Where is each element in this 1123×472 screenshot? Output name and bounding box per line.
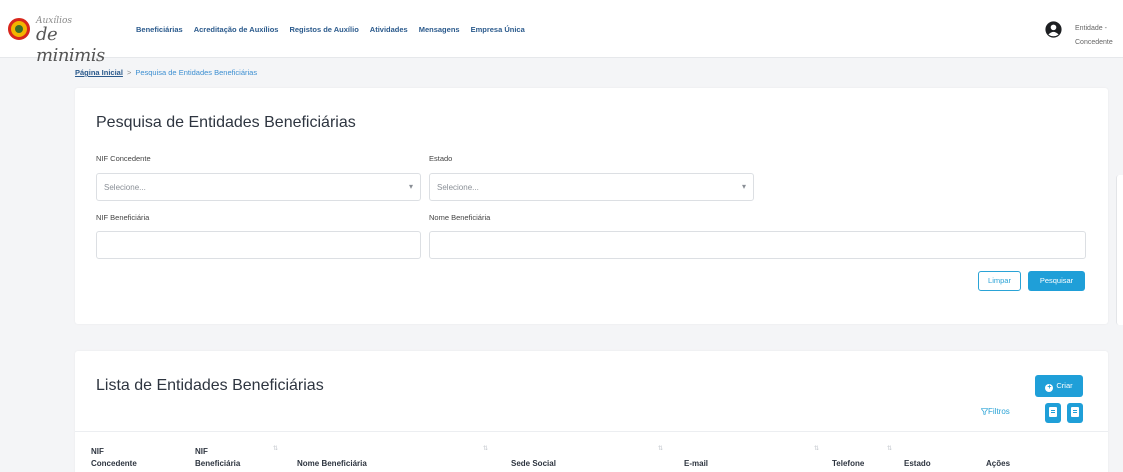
- user-role[interactable]: Entidade - Concedente: [1075, 22, 1123, 50]
- user-circle-icon[interactable]: [1045, 21, 1062, 38]
- estado-label: Estado: [429, 154, 453, 163]
- chevron-down-icon: ▾: [741, 182, 746, 191]
- sort-icon[interactable]: ⇅: [887, 445, 892, 452]
- sort-icon[interactable]: ⇅: [658, 445, 663, 452]
- list-title: Lista de Entidades Beneficiárias: [96, 377, 324, 394]
- column-nif-concedente[interactable]: NIF Concedente: [91, 446, 141, 470]
- breadcrumb-separator: >: [126, 68, 132, 77]
- logo-title: de minimis: [36, 24, 105, 66]
- create-button-label: Criar: [1056, 381, 1073, 390]
- document-icon: [1049, 407, 1057, 417]
- nav-acreditacao[interactable]: Acreditação de Auxílios: [194, 25, 279, 34]
- logo-emblem: [8, 18, 30, 40]
- column-telefone[interactable]: Telefone: [832, 458, 864, 470]
- nome-beneficiaria-input[interactable]: [429, 231, 1086, 259]
- column-email[interactable]: E-mail: [684, 458, 708, 470]
- filters-label: Filtros: [988, 407, 1010, 416]
- export-pdf-button[interactable]: [1045, 403, 1061, 423]
- nav-empresa-unica[interactable]: Empresa Única: [471, 25, 525, 34]
- create-button[interactable]: + Criar: [1035, 375, 1083, 397]
- nif-beneficiaria-label: NIF Beneficiária: [96, 213, 150, 222]
- sort-icon[interactable]: ⇅: [273, 445, 278, 452]
- breadcrumb: Página Inicial > Pesquisa de Entidades Ben…: [75, 68, 257, 77]
- column-acoes: Ações: [986, 459, 1011, 468]
- export-excel-button[interactable]: [1067, 403, 1083, 423]
- breadcrumb-current: Pesquisa de Entidades Beneficiárias: [135, 68, 258, 77]
- user-role-name: Concedente: [1075, 39, 1113, 46]
- nav-beneficiarias[interactable]: Beneficiárias: [136, 25, 183, 34]
- search-title: Pesquisa de Entidades Beneficiárias: [96, 114, 356, 131]
- sort-icon[interactable]: ⇅: [814, 445, 819, 452]
- nav-atividades[interactable]: Atividades: [370, 25, 408, 34]
- search-card: Pesquisa de Entidades Beneficiárias NIF …: [75, 88, 1108, 324]
- document-icon: [1071, 407, 1079, 417]
- clear-button[interactable]: Limpar: [978, 271, 1021, 291]
- estado-placeholder: Selecione...: [437, 183, 479, 192]
- user-entity: Entidade -: [1075, 25, 1107, 32]
- app-logo[interactable]: Auxílios de minimis: [8, 16, 118, 66]
- nif-concedente-select[interactable]: Selecione... ▾: [96, 173, 421, 201]
- nif-concedente-label: NIF Concedente: [96, 154, 151, 163]
- column-nome-beneficiaria[interactable]: Nome Beneficiária: [297, 458, 367, 470]
- sort-icon[interactable]: ⇅: [483, 445, 488, 452]
- main-nav: Beneficiárias Acreditação de Auxílios Re…: [136, 25, 525, 34]
- nome-beneficiaria-label: Nome Beneficiária: [429, 213, 491, 222]
- search-button[interactable]: Pesquisar: [1028, 271, 1085, 291]
- chevron-down-icon: ▾: [408, 182, 413, 191]
- top-navbar: Auxílios de minimis Beneficiárias Acredi…: [0, 0, 1123, 66]
- nif-concedente-placeholder: Selecione...: [104, 183, 146, 192]
- column-estado[interactable]: Estado: [904, 458, 931, 470]
- plus-icon: +: [1045, 384, 1054, 392]
- nif-beneficiaria-input[interactable]: [96, 231, 421, 259]
- estado-select[interactable]: Selecione... ▾: [429, 173, 754, 201]
- side-panel-tab[interactable]: [1116, 175, 1123, 325]
- table-header: NIF Concedente NIF Beneficiária ⇅ Nome B…: [75, 431, 1108, 472]
- results-card: Lista de Entidades Beneficiárias + Criar …: [75, 351, 1108, 472]
- column-nif-beneficiaria[interactable]: NIF Beneficiária: [195, 446, 245, 470]
- breadcrumb-home[interactable]: Página Inicial: [75, 68, 123, 77]
- nav-registos[interactable]: Registos de Auxílio: [289, 25, 358, 34]
- filters-toggle[interactable]: Filtros: [980, 407, 1010, 416]
- nav-mensagens[interactable]: Mensagens: [419, 25, 460, 34]
- column-sede-social[interactable]: Sede Social: [511, 458, 556, 470]
- filter-icon: [980, 408, 989, 415]
